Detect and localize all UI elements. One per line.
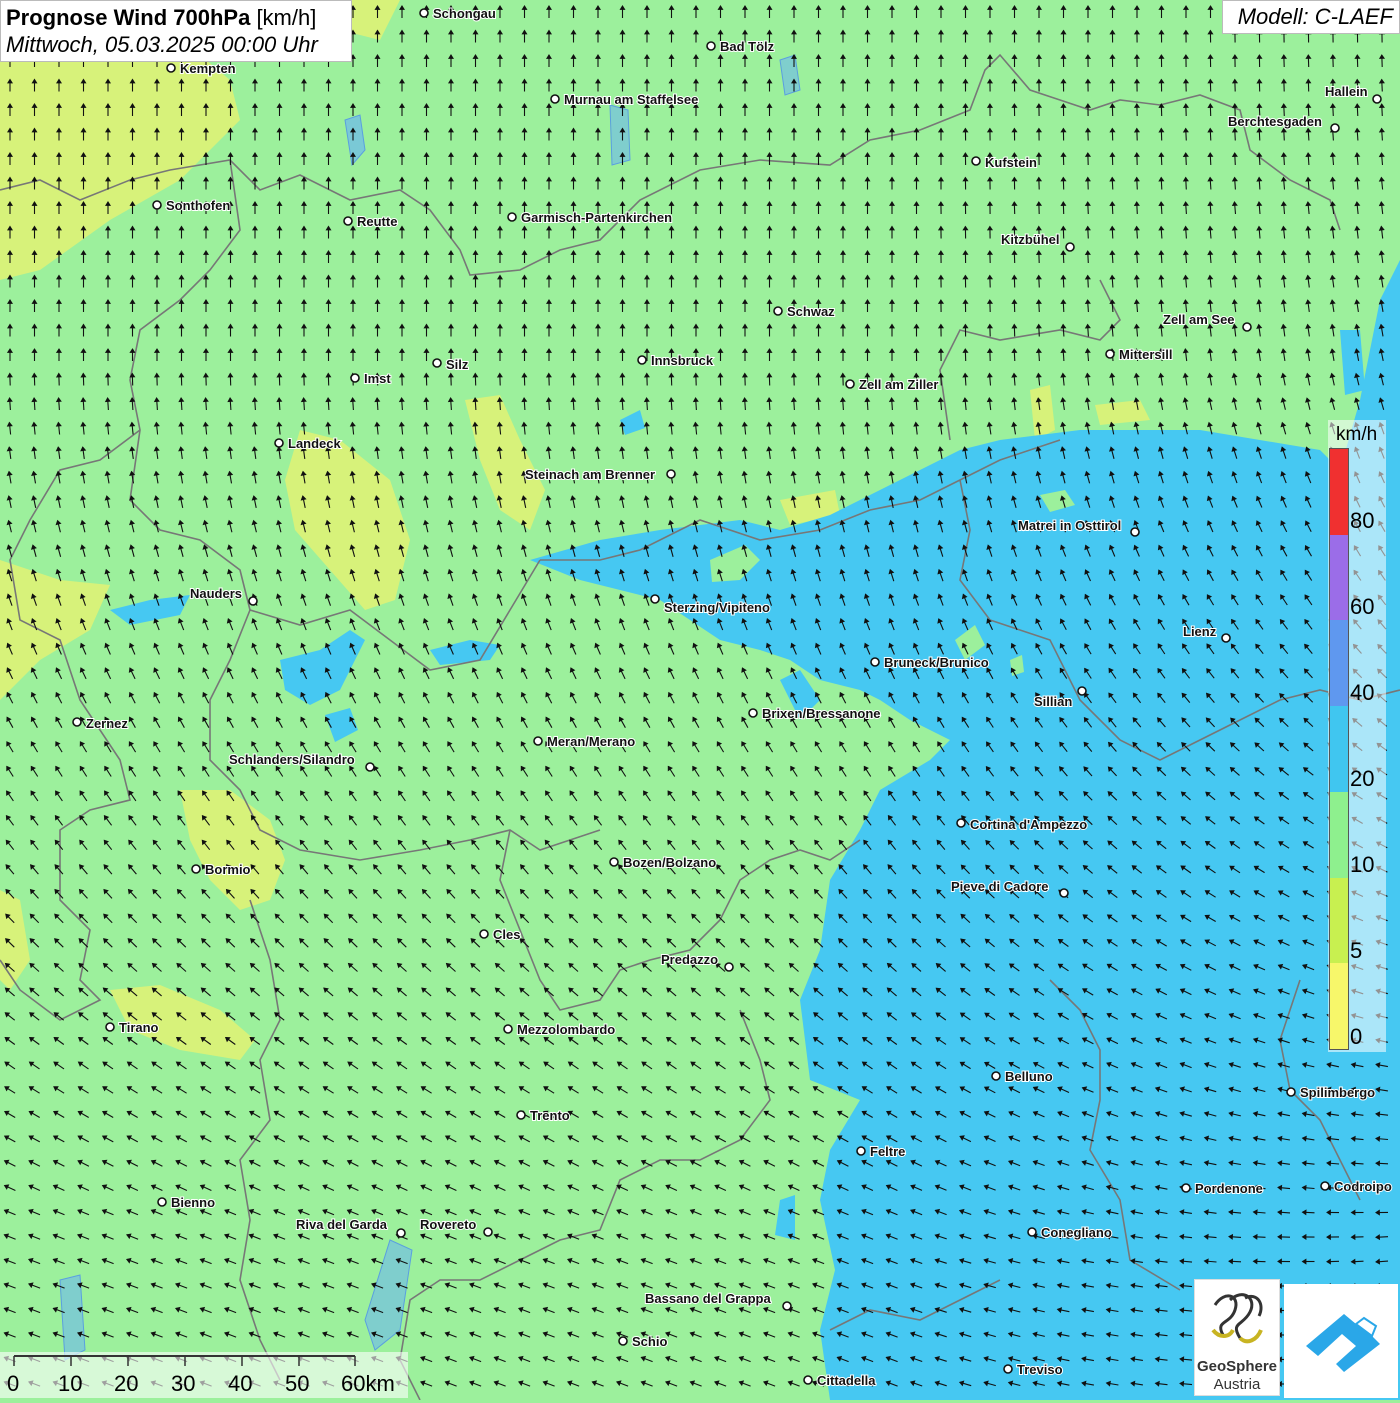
wind-map: SchongauBad TölzKemptenMurnau am Staffel… [0, 0, 1400, 1400]
